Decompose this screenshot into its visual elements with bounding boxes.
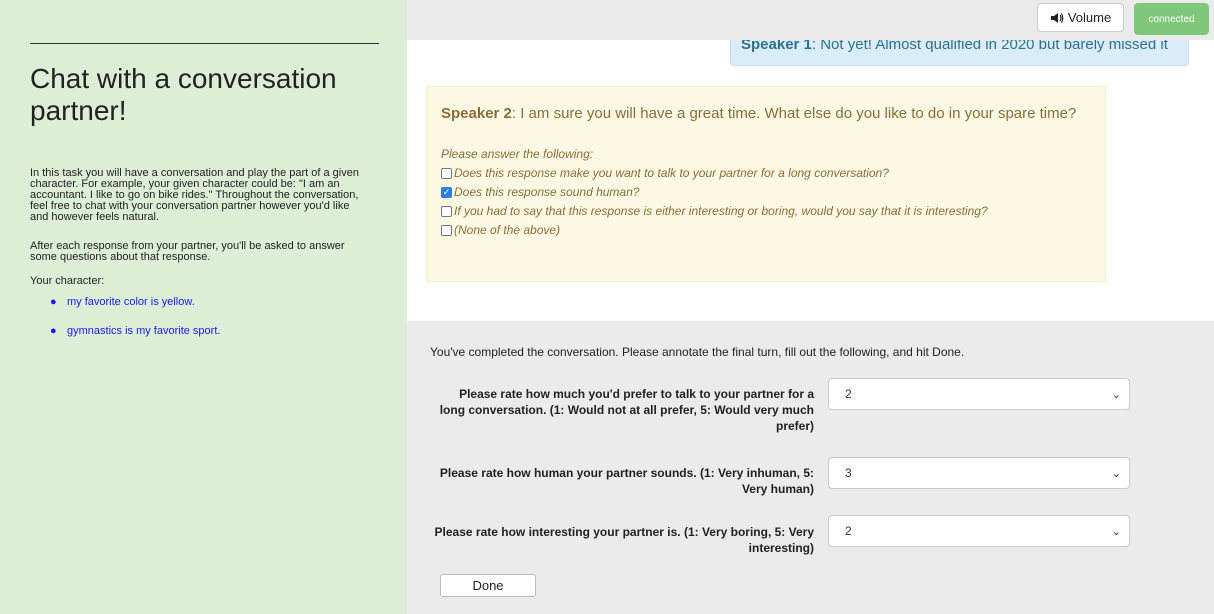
annotation-option[interactable]: (None of the above) [441,221,988,240]
task-description: In this task you will have a conversatio… [30,167,359,223]
rating-question-long-conversation: Please rate how much you'd prefer to tal… [439,387,814,433]
completion-message: You've completed the conversation. Pleas… [430,345,965,359]
speaker2-line: Speaker 2: I am sure you will have a gre… [441,105,1076,122]
checkbox-checked[interactable]: ✓ [441,187,452,198]
chevron-down-icon: ⌄ [1111,389,1121,401]
annotation-questions: Please answer the following: Does this r… [441,145,988,240]
list-item: ● my favorite color is yellow. [50,296,195,308]
message-text: : I am sure you will have a great time. … [511,105,1077,122]
speaker-name: Speaker 2 [441,105,512,122]
checkbox[interactable] [441,168,452,179]
rating-question-interesting: Please rate how interesting your partner… [434,525,814,555]
speaker2-message: Speaker 2: I am sure you will have a gre… [426,86,1106,282]
rating-select-long-conversation[interactable]: 2 ⌄ [828,378,1130,410]
checkbox[interactable] [441,225,452,236]
character-label: Your character: [30,275,105,287]
volume-button[interactable]: Volume [1037,3,1124,32]
rating-select-human[interactable]: 3 ⌄ [828,457,1130,489]
annotation-option[interactable]: Does this response make you want to talk… [441,164,988,183]
speaker1-message: Speaker 1: Not yet! Almost qualified in … [730,40,1189,66]
annotation-option[interactable]: If you had to say that this response is … [441,202,988,221]
chevron-down-icon: ⌄ [1111,468,1121,480]
rating-question-human: Please rate how human your partner sound… [439,466,814,496]
speaker-name: Speaker 1 [741,40,812,53]
task-note: After each response from your partner, y… [30,240,345,263]
chevron-down-icon: ⌄ [1111,526,1121,538]
rating-select-interesting[interactable]: 2 ⌄ [828,515,1130,547]
chat-area: Speaker 1: Not yet! Almost qualified in … [407,40,1214,321]
message-text: : Not yet! Almost qualified in 2020 but … [811,40,1168,53]
character-list: ● my favorite color is yellow. ● gymnastic… [30,296,220,354]
annotation-prompt: Please answer the following: [441,147,594,161]
page-title: Chat with a conversation partner! [30,63,337,126]
done-button[interactable]: Done [440,574,536,597]
final-survey: You've completed the conversation. Pleas… [407,321,1214,614]
instructions-panel: Chat with a conversation partner! In thi… [0,0,407,614]
checkbox[interactable] [441,206,452,217]
list-item: ● gymnastics is my favorite sport. [50,325,221,337]
connection-status-badge: connected [1134,3,1209,35]
volume-label: Volume [1067,10,1112,25]
annotation-option[interactable]: ✓ Does this response sound human? [441,183,988,202]
divider [30,43,379,44]
speaker-icon [1050,12,1064,23]
bullet-icon: ● [50,296,57,308]
bullet-icon: ● [50,325,57,337]
